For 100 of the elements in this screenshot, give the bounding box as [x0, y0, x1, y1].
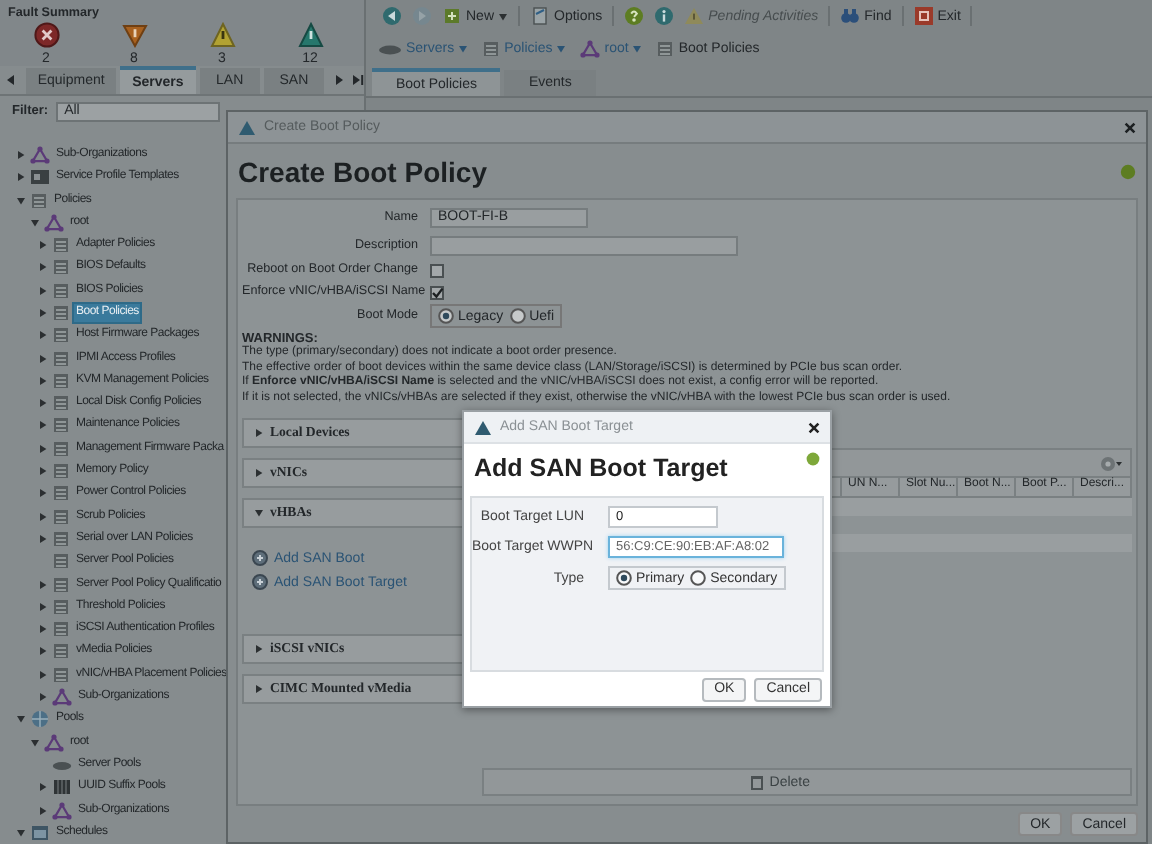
expand-arrow-icon[interactable]: [38, 353, 48, 364]
expand-arrow-icon[interactable]: [38, 624, 48, 635]
document-stack-icon: [482, 39, 501, 57]
document-stack-icon: [52, 529, 70, 548]
binoculars-icon: [840, 6, 861, 26]
document-stack-icon: [52, 620, 70, 639]
text-field[interactable]: [430, 235, 738, 255]
caret-icon: [556, 43, 567, 53]
document-stack-icon: [52, 552, 70, 571]
org-icon: [44, 733, 64, 752]
expand-arrow-icon[interactable]: [38, 579, 48, 590]
expand-arrow-icon[interactable]: [38, 511, 48, 522]
expand-arrow-icon[interactable]: [38, 466, 48, 477]
document-stack-icon: [52, 642, 70, 661]
document-stack-icon: [52, 236, 70, 255]
triangle-icon: [474, 419, 492, 435]
collapse-arrow-icon[interactable]: [16, 714, 26, 725]
warning-triangle-icon: [684, 6, 705, 26]
collapse-arrow-icon[interactable]: [16, 827, 26, 838]
document-stack-icon: [52, 507, 70, 526]
document-stack-icon: [52, 439, 70, 458]
caret-icon: [458, 43, 469, 53]
expand-arrow-icon: [254, 684, 264, 695]
down-triangle-icon: [121, 22, 147, 48]
scroll-left-icon[interactable]: [6, 74, 16, 87]
document-stack-icon: [52, 281, 70, 300]
expand-arrow-icon[interactable]: [16, 149, 26, 160]
grid-icon: [52, 778, 72, 797]
document-stack-icon: [52, 349, 70, 368]
org-icon: [30, 145, 50, 164]
plus-circle-icon: [252, 574, 268, 591]
checkbox[interactable]: [430, 285, 444, 299]
document-stack-icon: [656, 39, 675, 57]
scroll-right-icon[interactable]: [334, 74, 344, 87]
expand-arrow-icon: [254, 428, 264, 439]
expand-arrow-icon[interactable]: [38, 488, 48, 499]
triangle-icon: [297, 22, 323, 48]
document-stack-icon: [52, 394, 70, 413]
document-stack-icon: [52, 665, 70, 684]
expand-arrow-icon[interactable]: [16, 172, 26, 183]
expand-arrow-icon[interactable]: [38, 533, 48, 544]
expand-arrow-icon[interactable]: [38, 669, 48, 680]
dialog-heading: Add SAN Boot Target: [474, 454, 730, 482]
expand-arrow-icon[interactable]: [38, 601, 48, 612]
collapse-arrow-icon[interactable]: [30, 737, 40, 748]
document-icon: [530, 6, 551, 26]
plus-circle-icon: [252, 550, 268, 567]
expand-arrow-icon: [254, 644, 264, 655]
globe-icon: [30, 710, 50, 729]
caret-icon: [498, 11, 509, 21]
expand-arrow-icon[interactable]: [38, 375, 48, 386]
radio-button[interactable]: [509, 308, 526, 324]
expand-arrow-icon[interactable]: [38, 692, 48, 703]
warning-triangle-icon: [209, 22, 235, 48]
document-stack-icon: [52, 258, 70, 277]
scroll-end-icon[interactable]: [352, 74, 364, 87]
expand-arrow-icon[interactable]: [38, 443, 48, 454]
radio-button[interactable]: [616, 570, 632, 586]
expand-arrow-icon[interactable]: [38, 262, 48, 273]
disk-icon: [378, 41, 402, 55]
document-stack-icon: [52, 484, 70, 503]
document-stack-icon: [52, 575, 70, 594]
expand-arrow-icon[interactable]: [38, 398, 48, 409]
document-stack-icon: [52, 371, 70, 390]
back-icon[interactable]: [382, 6, 402, 26]
org-icon: [52, 801, 72, 820]
expand-arrow-icon[interactable]: [38, 308, 48, 318]
template-icon: [30, 168, 50, 187]
gear-icon[interactable]: [1098, 455, 1122, 472]
plus-icon: [442, 6, 462, 26]
dialog-heading: Create Boot Policy: [238, 155, 489, 187]
collapse-arrow-icon[interactable]: [30, 217, 40, 228]
document-stack-icon: [52, 326, 70, 345]
triangle-icon: [238, 119, 256, 135]
exit-icon: [913, 6, 934, 26]
info-icon[interactable]: [654, 6, 675, 26]
org-icon: [44, 213, 64, 232]
trash-icon: [749, 774, 764, 790]
document-stack-icon: [52, 416, 70, 435]
org-icon: [52, 688, 72, 707]
radio-button[interactable]: [438, 308, 454, 324]
document-stack-icon: [52, 462, 70, 481]
checkbox[interactable]: [430, 263, 444, 277]
x-circle-icon: [33, 22, 59, 48]
radio-button[interactable]: [690, 570, 707, 586]
expand-arrow-icon[interactable]: [38, 330, 48, 341]
expand-arrow-icon[interactable]: [38, 646, 48, 657]
close-icon[interactable]: [808, 421, 820, 433]
document-stack-icon: [30, 191, 48, 210]
collapse-arrow-icon: [254, 508, 264, 519]
expand-arrow-icon[interactable]: [38, 805, 48, 816]
collapse-arrow-icon[interactable]: [16, 195, 26, 206]
expand-arrow-icon[interactable]: [38, 420, 48, 431]
expand-arrow-icon[interactable]: [38, 782, 48, 793]
expand-arrow-icon: [254, 468, 264, 479]
document-stack-icon: [52, 304, 70, 322]
expand-arrow-icon[interactable]: [38, 240, 48, 251]
expand-arrow-icon[interactable]: [38, 285, 48, 296]
org-icon: [580, 39, 601, 57]
calendar-icon: [30, 823, 50, 842]
